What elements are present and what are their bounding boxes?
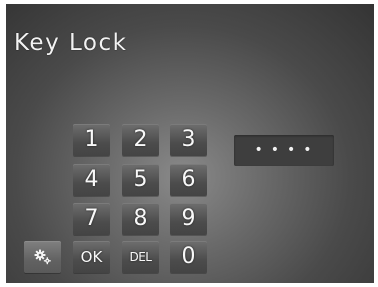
key-0[interactable]: 0 — [170, 241, 207, 273]
key-8[interactable]: 8 — [122, 203, 159, 235]
delete-button[interactable]: DEL — [122, 241, 159, 273]
key-7[interactable]: 7 — [73, 203, 110, 235]
key-2[interactable]: 2 — [122, 124, 159, 156]
settings-button[interactable] — [24, 241, 61, 273]
key-5[interactable]: 5 — [122, 164, 159, 196]
ok-button[interactable]: OK — [73, 241, 110, 273]
key-1[interactable]: 1 — [73, 124, 110, 156]
key-lock-screen: Key Lock 1 2 3 4 5 6 7 8 9 OK DEL 0 •••• — [6, 4, 374, 283]
key-9[interactable]: 9 — [170, 203, 207, 235]
key-4[interactable]: 4 — [73, 164, 110, 196]
key-6[interactable]: 6 — [170, 164, 207, 196]
page-title: Key Lock — [14, 30, 128, 56]
pin-display: •••• — [234, 135, 334, 166]
key-3[interactable]: 3 — [170, 124, 207, 156]
